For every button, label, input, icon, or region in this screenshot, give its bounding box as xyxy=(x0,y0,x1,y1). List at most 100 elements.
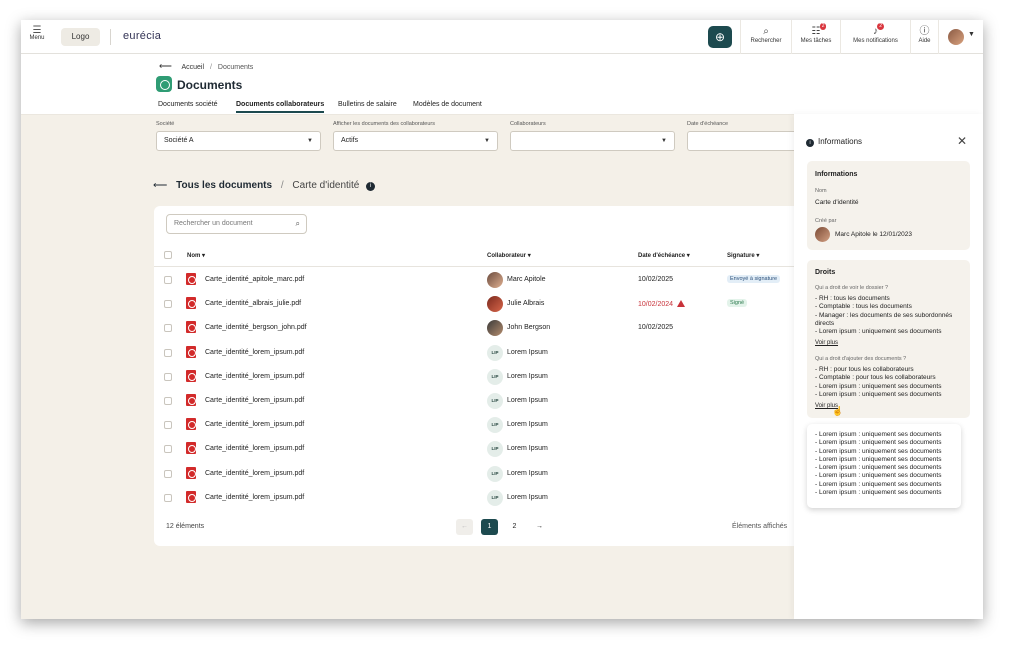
table-row[interactable]: Carte_identité_lorem_ipsum.pdf LIP Lorem I… xyxy=(154,389,814,413)
table-row[interactable]: Carte_identité_apitole_marc.pdf Marc Apit… xyxy=(154,268,814,292)
file-name[interactable]: Carte_identité_lorem_ipsum.pdf xyxy=(205,421,304,428)
collaborator-avatar xyxy=(487,320,503,337)
column-due-date[interactable]: Date d'échéance ▾ xyxy=(638,252,690,259)
add-button[interactable]: ⊕ xyxy=(708,26,732,48)
show-docs-select-value: Actifs xyxy=(341,137,359,144)
row-checkbox[interactable] xyxy=(164,445,172,454)
close-icon[interactable]: ✕ xyxy=(957,134,967,148)
divider xyxy=(110,29,111,45)
show-docs-select[interactable]: Actifs ▼ xyxy=(333,131,498,151)
user-menu[interactable]: ▼ xyxy=(938,20,983,54)
all-documents-link[interactable]: Tous les documents xyxy=(176,180,272,191)
next-page-button[interactable]: → xyxy=(531,519,548,535)
search-placeholder: Rechercher un document xyxy=(174,220,253,227)
created-by-label: Créé par xyxy=(815,218,837,224)
notifications-button[interactable]: ♪ 2 Mes notifications xyxy=(840,20,910,54)
table-row[interactable]: Carte_identité_lorem_ipsum.pdf LIP Lorem I… xyxy=(154,437,814,461)
tab-payslips[interactable]: Bulletins de salaire xyxy=(338,101,397,111)
select-all-checkbox[interactable] xyxy=(164,251,172,259)
table-row[interactable]: Carte_identité_lorem_ipsum.pdf LIP Lorem I… xyxy=(154,462,814,486)
name-label: Nom xyxy=(815,188,827,194)
due-date: 10/02/2024 xyxy=(638,300,686,308)
row-checkbox[interactable] xyxy=(164,397,172,405)
file-name[interactable]: Carte_identité_apitole_marc.pdf xyxy=(205,276,304,283)
row-checkbox[interactable] xyxy=(164,493,172,502)
help-button[interactable]: ⓘ Aide xyxy=(910,20,938,54)
breadcrumb: ⟵ Accueil / Documents xyxy=(159,61,253,72)
row-checkbox[interactable] xyxy=(164,469,172,478)
due-date-input[interactable] xyxy=(687,131,797,151)
table-row[interactable]: Carte_identité_lorem_ipsum.pdf LIP Lorem I… xyxy=(154,365,814,389)
tab-document-templates[interactable]: Modèles de document xyxy=(413,101,482,111)
name-value: Carte d'identité xyxy=(815,199,859,206)
rights-section: Droits Qui a droit de voir le dossier ? … xyxy=(807,260,970,418)
brand-name: eurécia xyxy=(123,30,162,42)
item-count: 12 éléments xyxy=(166,523,205,530)
created-by-value: Marc Apitole le 12/01/2023 xyxy=(835,231,912,238)
page-1-button[interactable]: 1 xyxy=(481,519,498,535)
caret-down-icon: ▼ xyxy=(484,138,490,144)
row-checkbox[interactable] xyxy=(164,348,172,357)
breadcrumb-separator: / xyxy=(210,64,212,71)
file-name[interactable]: Carte_identité_lorem_ipsum.pdf xyxy=(205,349,304,356)
breadcrumb-home[interactable]: Accueil xyxy=(181,64,204,71)
tab-collaborator-documents[interactable]: Documents collaborateurs xyxy=(236,101,325,113)
back-arrow-icon[interactable]: ⟵ xyxy=(159,61,172,71)
due-date-value: 10/02/2025 xyxy=(638,324,674,332)
collaborator-avatar: LIP xyxy=(487,489,503,506)
file-name[interactable]: Carte_identité_bergson_john.pdf xyxy=(205,324,307,331)
info-icon[interactable]: i xyxy=(366,182,376,191)
search-button[interactable]: ⌕ Rechercher xyxy=(740,20,791,54)
document-search-input[interactable]: Rechercher un document ⌕ xyxy=(166,214,307,234)
table-row[interactable]: Carte_identité_albrais_julie.pdf Julie Al… xyxy=(154,292,814,316)
popover-list: - Lorem ipsum : uniquement ses documents… xyxy=(815,431,965,497)
search-label: Rechercher xyxy=(750,38,782,44)
rights-item: - Lorem ipsum : uniquement ses documents xyxy=(815,447,942,455)
collaborator-avatar xyxy=(487,296,503,313)
column-collaborator[interactable]: Collaborateur ▾ xyxy=(487,252,531,259)
due-date: 10/02/2025 xyxy=(638,324,673,331)
tab-company-documents[interactable]: Documents société xyxy=(158,101,218,111)
collaborators-select[interactable]: ▼ xyxy=(510,131,675,151)
collaborator-name: John Bergson xyxy=(507,324,551,332)
logo[interactable]: Logo xyxy=(61,28,100,46)
rights-item: - RH : pour tous les collaborateurs xyxy=(815,366,914,373)
file-name[interactable]: Carte_identité_albrais_julie.pdf xyxy=(205,300,301,307)
column-name[interactable]: Nom ▾ xyxy=(187,252,205,259)
collaborators-filter-label: Collaborateurs xyxy=(510,121,546,127)
file-name[interactable]: Carte_identité_lorem_ipsum.pdf xyxy=(205,397,304,404)
file-name[interactable]: Carte_identité_lorem_ipsum.pdf xyxy=(205,445,304,452)
back-arrow-icon[interactable]: ⟵ xyxy=(153,180,167,191)
row-checkbox[interactable] xyxy=(164,372,172,381)
notifications-label: Mes notifications xyxy=(853,38,898,44)
tasks-button[interactable]: ☷ 2 Mes tâches xyxy=(791,20,840,54)
table-row[interactable]: Carte_identité_lorem_ipsum.pdf LIP Lorem I… xyxy=(154,341,814,365)
menu-button[interactable]: ☰ Menu xyxy=(27,26,47,42)
row-checkbox[interactable] xyxy=(164,276,172,284)
sort-icon: ▾ xyxy=(756,253,760,259)
file-name[interactable]: Carte_identité_lorem_ipsum.pdf xyxy=(205,494,304,501)
documents-icon xyxy=(156,76,172,92)
table-row[interactable]: Carte_identité_bergson_john.pdf John Berg… xyxy=(154,316,814,340)
collaborator-avatar: LIP xyxy=(487,368,503,385)
view-rights-list: - RH : tous les documents - Comptable : t… xyxy=(815,295,965,336)
rights-item: - Lorem ipsum : uniquement ses documents xyxy=(815,472,942,480)
table-row[interactable]: Carte_identité_lorem_ipsum.pdf LIP Lorem I… xyxy=(154,413,814,437)
table-row[interactable]: Carte_identité_lorem_ipsum.pdf LIP Lorem I… xyxy=(154,486,814,510)
view-rights-more-link[interactable]: Voir plus xyxy=(815,340,838,346)
rights-item: - Lorem ipsum : uniquement ses documents xyxy=(815,390,942,398)
help-label: Aide xyxy=(918,38,931,44)
row-checkbox[interactable] xyxy=(164,300,172,309)
documents-table-card: Rechercher un document ⌕ Nom ▾ Collabora… xyxy=(154,206,814,546)
info-panel: i Informations ✕ Informations Nom Carte d… xyxy=(794,114,983,619)
row-checkbox[interactable] xyxy=(164,421,172,430)
row-checkbox[interactable] xyxy=(164,324,172,333)
page-2-button[interactable]: 2 xyxy=(506,519,523,535)
company-select[interactable]: Société A ▼ xyxy=(156,131,321,151)
file-name[interactable]: Carte_identité_lorem_ipsum.pdf xyxy=(205,373,304,380)
file-name[interactable]: Carte_identité_lorem_ipsum.pdf xyxy=(205,470,304,477)
company-select-value: Société A xyxy=(164,137,194,144)
prev-page-button[interactable]: ← xyxy=(456,519,473,535)
column-signature[interactable]: Signature ▾ xyxy=(727,252,759,259)
pdf-file-icon xyxy=(186,273,196,285)
